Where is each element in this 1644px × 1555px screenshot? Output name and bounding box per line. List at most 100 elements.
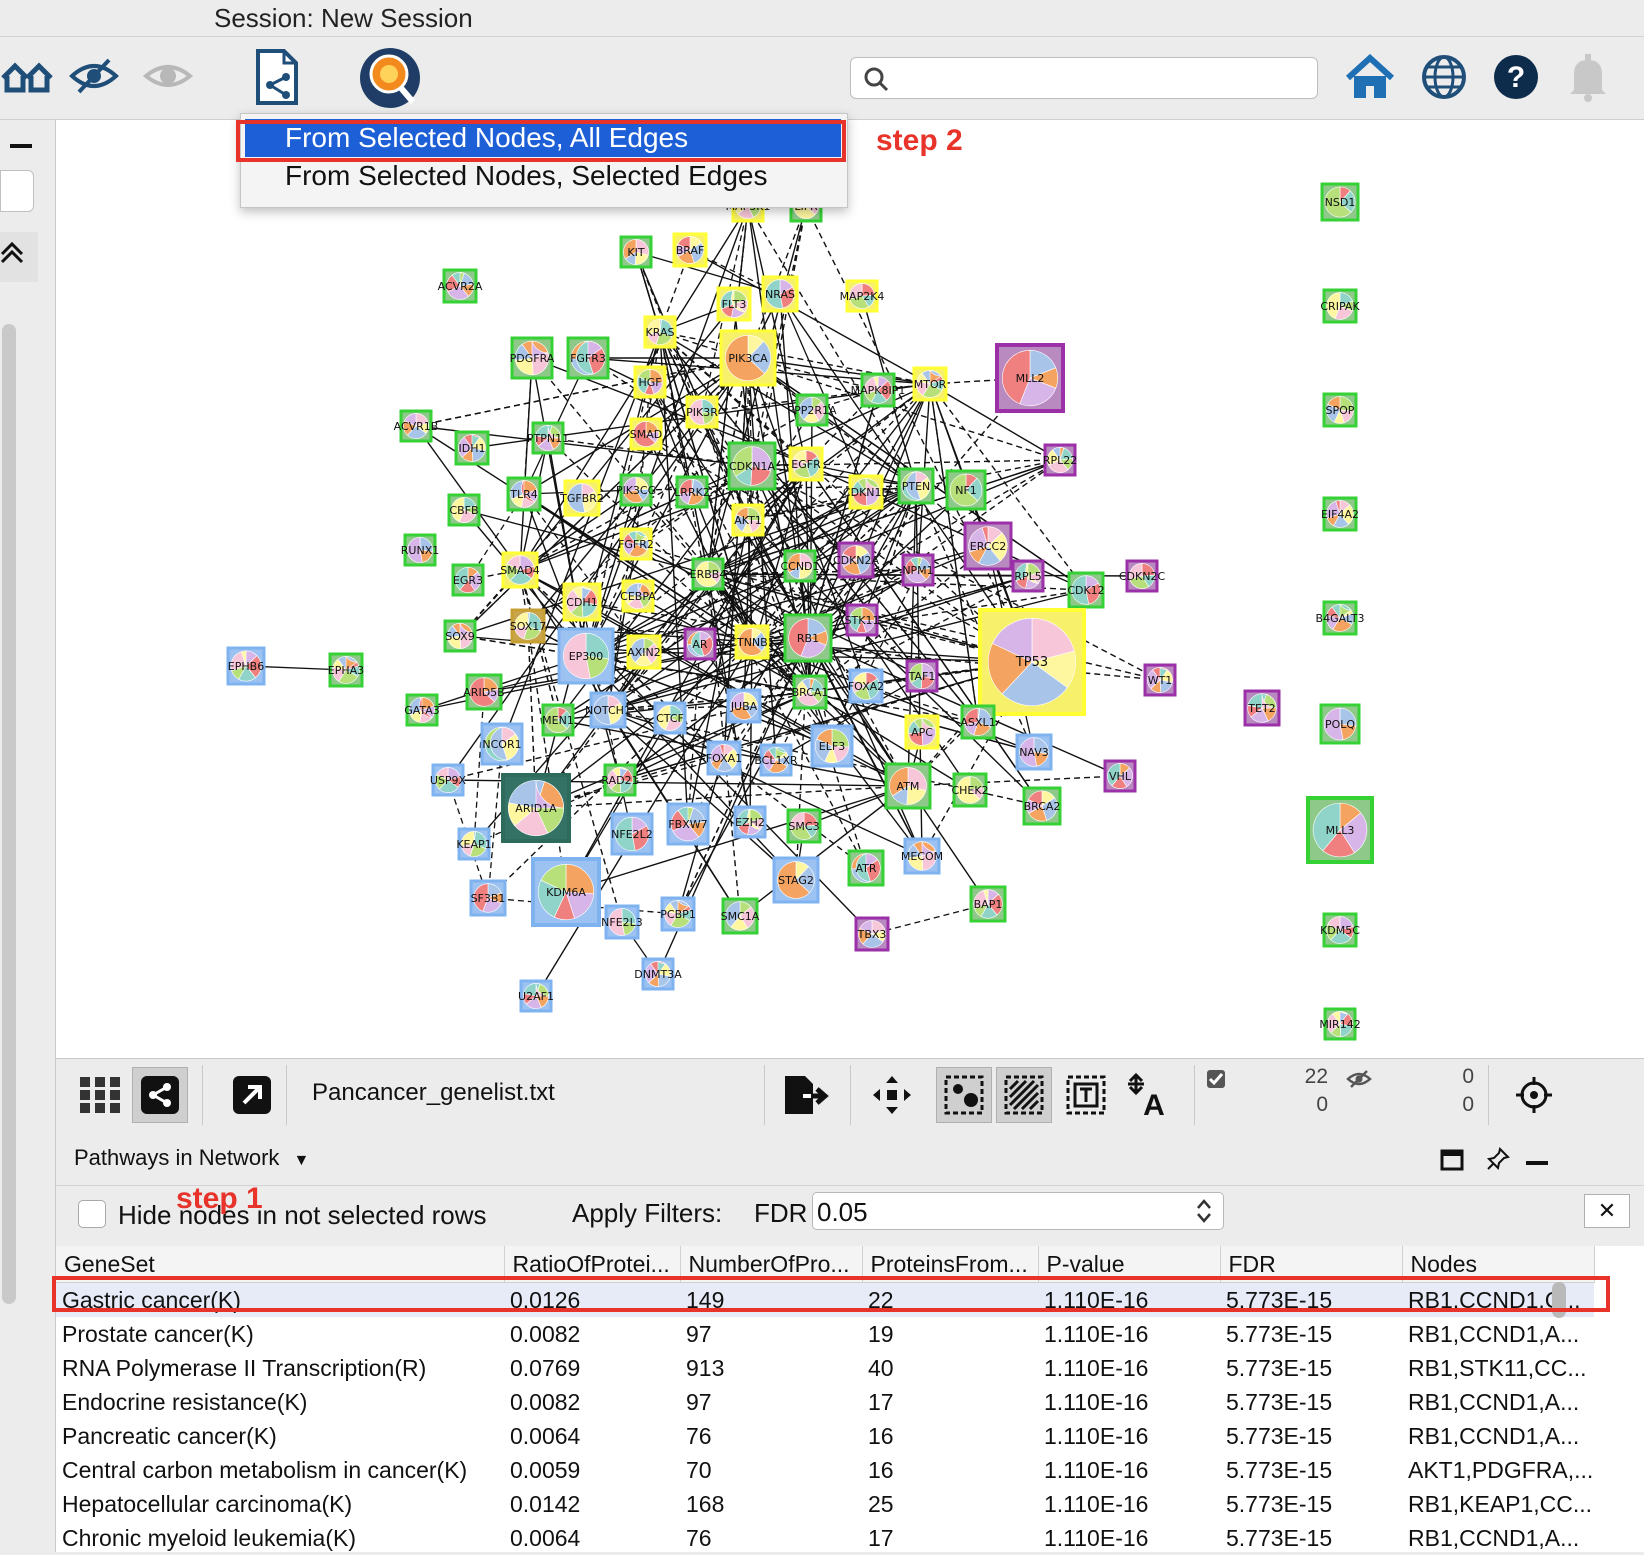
notification-bell-icon[interactable] (1560, 49, 1616, 105)
network-canvas[interactable]: NSD1 CRIPAK SPOP EIF4A2 B4GALT3 POLQ MLL3 KDM5C… (56, 120, 1644, 1058)
minimize-icon[interactable] (10, 144, 32, 148)
enrichment-search-icon[interactable] (356, 43, 424, 113)
help-icon[interactable]: ? (1488, 49, 1544, 105)
show-icon[interactable] (140, 51, 196, 101)
network-node[interactable]: ACVR1B (394, 409, 439, 443)
network-node[interactable]: JUBA (726, 688, 762, 724)
network-node[interactable]: EPHA3 (328, 652, 364, 688)
network-node[interactable]: RPL5 (1011, 559, 1045, 593)
network-node[interactable]: CDH1 (562, 582, 602, 622)
column-header-ratio[interactable]: RatioOfProtei... (504, 1246, 681, 1283)
network-node[interactable]: ERCC2 (963, 521, 1013, 571)
network-node[interactable]: CCND1 (780, 549, 820, 583)
network-node[interactable]: BRCA1 (792, 674, 829, 710)
network-node[interactable]: TBX3 (854, 916, 890, 952)
network-graph[interactable]: NSD1 CRIPAK SPOP EIF4A2 B4GALT3 POLQ MLL3 KDM5C… (56, 120, 1644, 1058)
network-node[interactable]: SMC3 (786, 808, 822, 844)
network-edge[interactable] (808, 545, 989, 693)
network-edge[interactable] (906, 775, 1121, 792)
network-node[interactable]: KIT (619, 235, 653, 269)
font-size-icon[interactable]: A (1120, 1067, 1176, 1123)
network-edge[interactable] (469, 691, 485, 846)
column-header-fdr[interactable]: FDR (1220, 1246, 1403, 1283)
table-row[interactable]: RNA Polymerase II Transcription(R) 0.0769… (56, 1351, 1594, 1385)
network-node[interactable]: PTPN11 (527, 421, 569, 455)
network-edge[interactable] (516, 568, 559, 721)
column-header-geneset[interactable]: GeneSet (56, 1246, 505, 1283)
network-node[interactable]: ATR (847, 849, 885, 887)
export-icon[interactable] (778, 1067, 834, 1123)
annotation-text-icon[interactable] (1058, 1067, 1114, 1123)
network-node[interactable]: IDH1 (454, 430, 490, 466)
network-node[interactable]: EPHB6 (226, 646, 266, 686)
network-node[interactable]: MEN1 (541, 703, 575, 737)
network-node[interactable]: KDM5C (1320, 912, 1360, 948)
network-node[interactable]: PIK3CA (719, 329, 777, 387)
network-node[interactable]: NSD1 (1320, 182, 1360, 222)
network-node[interactable]: FOXA1 (706, 740, 742, 776)
network-node[interactable]: LRRK2 (674, 475, 710, 509)
network-node[interactable]: BRCA2 (1022, 786, 1062, 826)
menu-item-selected-nodes-all-edges[interactable]: From Selected Nodes, All Edges (245, 119, 841, 157)
network-node[interactable]: KRAS (643, 315, 677, 349)
network-node[interactable]: AR (683, 627, 717, 661)
table-row[interactable]: Hepatocellular carcinoma(K) 0.0142 168 25 1.… (56, 1487, 1594, 1521)
fit-content-icon[interactable] (864, 1067, 920, 1123)
network-node[interactable]: ASXL1 (960, 704, 996, 740)
pin-icon[interactable] (1486, 1147, 1510, 1171)
home-network-icon[interactable] (0, 51, 56, 101)
fit-selected-icon[interactable] (936, 1067, 992, 1123)
network-node[interactable]: EIF4A2 (1321, 496, 1359, 532)
network-node[interactable]: FBXW7 (666, 802, 710, 846)
home-icon[interactable] (1342, 51, 1398, 103)
network-node[interactable]: CEBPA (620, 579, 656, 613)
table-row[interactable]: Gastric cancer(K) 0.0126 149 22 1.110E-16 5.7… (56, 1282, 1595, 1317)
network-node[interactable]: CTCF (653, 701, 687, 735)
column-header-pvalue[interactable]: P-value (1038, 1246, 1221, 1283)
column-header-nodes[interactable]: Nodes (1402, 1246, 1595, 1283)
network-node[interactable]: BCL1XR (754, 743, 798, 777)
network-node[interactable]: PDGFRA (510, 336, 555, 380)
network-node[interactable]: NF1 (945, 469, 987, 511)
table-scrollbar[interactable] (1552, 1282, 1566, 1318)
network-node[interactable]: SMAD (629, 417, 663, 451)
network-node[interactable]: ARID5B (463, 673, 505, 711)
network-node[interactable]: KEAP1 (456, 827, 492, 861)
select-pattern-icon[interactable] (996, 1067, 1052, 1123)
network-node[interactable]: FGFR3 (566, 336, 610, 380)
table-row[interactable]: Endocrine resistance(K) 0.0082 97 17 1.110E-… (56, 1385, 1594, 1419)
network-node[interactable]: RB1 (783, 613, 833, 663)
table-row[interactable]: Pancreatic cancer(K) 0.0064 76 16 1.110E-16 5… (56, 1419, 1594, 1453)
network-node[interactable]: CDKN1B (843, 474, 889, 510)
hide-nodes-checkbox[interactable] (78, 1200, 106, 1228)
detach-view-icon[interactable] (224, 1067, 280, 1123)
left-scrollbar[interactable] (2, 324, 16, 1304)
network-edge[interactable] (631, 381, 651, 546)
network-node[interactable]: MLL2 (995, 343, 1065, 413)
network-node[interactable]: MAP2K4 (840, 279, 885, 313)
network-node[interactable]: ELF3 (810, 724, 854, 768)
network-node[interactable]: NFE2L3 (601, 904, 643, 940)
network-node[interactable]: STAG2 (772, 856, 820, 904)
network-node[interactable]: CRIPAK (1320, 288, 1360, 324)
network-node[interactable]: TP53 (978, 608, 1086, 716)
network-node[interactable]: PIK3CG (616, 473, 656, 507)
menu-item-selected-nodes-selected-edges[interactable]: From Selected Nodes, Selected Edges (245, 157, 841, 195)
network-node[interactable]: SOX17 (510, 608, 546, 644)
network-node[interactable]: VHL (1103, 759, 1137, 793)
panel-title-dropdown[interactable]: Pathways in Network ▼ (74, 1145, 309, 1171)
network-node[interactable]: MECOM (901, 837, 943, 875)
close-filter-button[interactable]: ✕ (1584, 1194, 1630, 1228)
network-node[interactable]: BRAF (672, 232, 708, 268)
network-node[interactable]: CBFB (447, 493, 481, 527)
minimize-panel-icon[interactable] (1526, 1161, 1548, 1165)
network-node[interactable]: STK11 (845, 603, 880, 637)
table-row[interactable]: Central carbon metabolism in cancer(K) 0.… (56, 1453, 1594, 1487)
search-input[interactable] (850, 57, 1318, 99)
network-edge[interactable] (487, 742, 507, 899)
network-node[interactable]: FLT3 (716, 286, 752, 322)
network-node[interactable]: PCBP1 (660, 896, 696, 932)
network-node[interactable]: KDM6A (531, 857, 601, 927)
network-node[interactable]: ERBB4 (690, 557, 727, 591)
network-node[interactable]: SOX9 (443, 619, 477, 653)
